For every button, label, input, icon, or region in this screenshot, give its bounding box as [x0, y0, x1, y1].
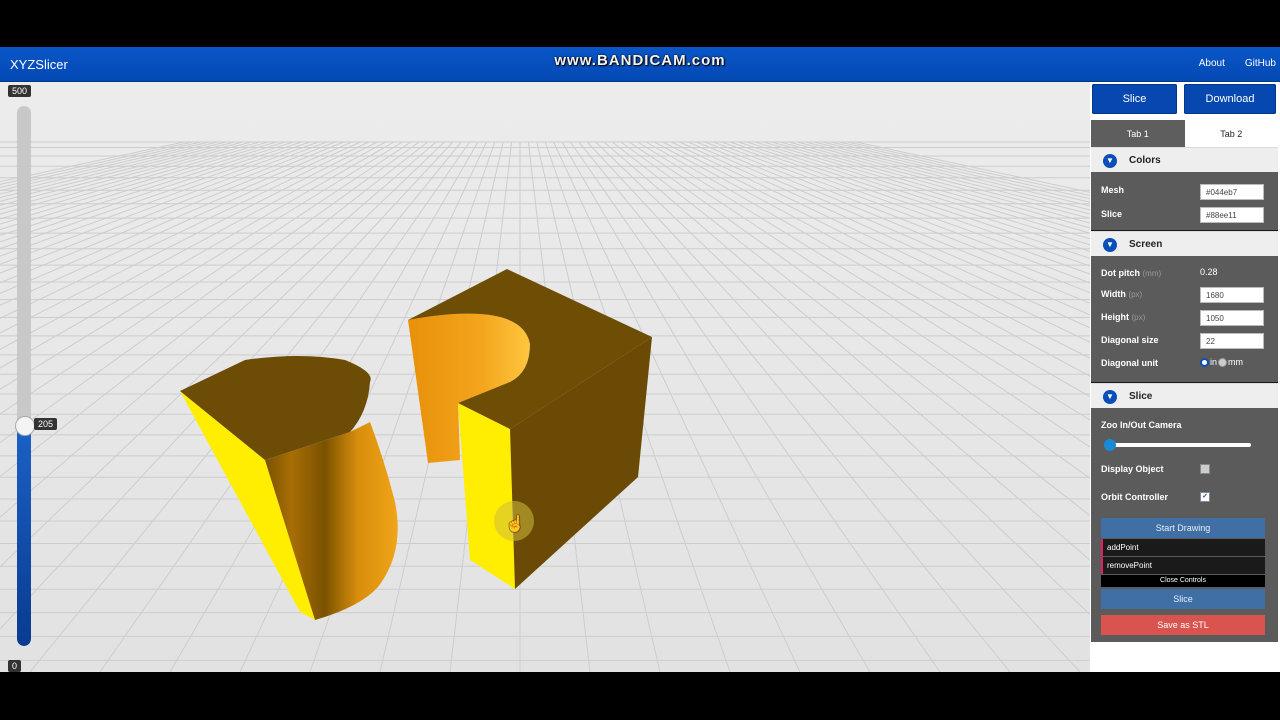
dot-pitch-label-text: Dot pitch [1101, 268, 1140, 278]
letterbox-bottom [0, 672, 1280, 720]
slice-button[interactable]: Slice [1092, 84, 1177, 114]
display-object-label: Display Object [1101, 464, 1164, 474]
unit-in-radio[interactable] [1200, 357, 1209, 367]
unit-mm-label: mm [1228, 357, 1244, 367]
chevron-down-icon: ▼ [1103, 154, 1117, 168]
tab-1[interactable]: Tab 1 [1091, 120, 1185, 147]
settings-panel: ▼ Colors Mesh #044eb7 Slice #88ee11 ▼ Sc… [1091, 147, 1278, 642]
slice-section-title: Slice [1129, 391, 1153, 402]
height-label-text: Height [1101, 312, 1129, 322]
zoom-camera-label: Zoo In/Out Camera [1101, 420, 1182, 430]
width-input[interactable]: 1680 [1200, 287, 1264, 303]
3d-viewport[interactable]: 500 205 0 ☝ [0, 82, 1090, 672]
scene-canvas[interactable] [0, 82, 1090, 672]
hand-cursor-icon: ☝ [505, 516, 525, 533]
diagonal-size-input[interactable]: 22 [1200, 333, 1264, 349]
layer-slider-fill [17, 424, 31, 646]
save-stl-button[interactable]: Save as STL [1101, 615, 1265, 635]
navbar: XYZSlicer www.BANDICAM.com About GitHub [0, 47, 1280, 82]
display-object-checkbox[interactable] [1200, 464, 1210, 474]
mesh-color-input[interactable]: #044eb7 [1200, 184, 1264, 200]
dot-pitch-label: Dot pitch (mm) [1101, 268, 1161, 278]
height-label: Height (px) [1101, 312, 1145, 322]
tab-2[interactable]: Tab 2 [1184, 120, 1278, 147]
github-link[interactable]: GitHub [1245, 58, 1276, 69]
gui-slice-button[interactable]: Slice [1101, 589, 1265, 609]
height-input[interactable]: 1050 [1200, 310, 1264, 326]
diagonal-unit-label: Diagonal unit [1101, 358, 1158, 368]
zoom-camera-knob[interactable] [1104, 439, 1116, 451]
unit-mm-radio[interactable] [1218, 357, 1228, 367]
diagonal-size-label: Diagonal size [1101, 335, 1159, 345]
colors-section-header[interactable]: ▼ Colors [1091, 147, 1278, 173]
control-sidebar: Slice Download Tab 1 Tab 2 ▼ Colors Mesh… [1090, 82, 1280, 672]
colors-section-body: Mesh #044eb7 Slice #88ee11 [1091, 172, 1278, 230]
screen-section-header[interactable]: ▼ Screen [1091, 231, 1278, 257]
start-drawing-button[interactable]: Start Drawing [1101, 518, 1265, 538]
about-link[interactable]: About [1199, 58, 1225, 69]
layer-max-label: 500 [8, 85, 32, 97]
slice-color-input[interactable]: #88ee11 [1200, 207, 1264, 223]
layer-min-label: 0 [8, 660, 22, 672]
screen-section-body: Dot pitch (mm) 0.28 Width (px) 1680 Heig… [1091, 256, 1278, 382]
tab-bar: Tab 1 Tab 2 [1091, 120, 1278, 147]
layer-current-value: 205 [34, 417, 58, 430]
zoom-camera-slider[interactable] [1104, 439, 1251, 451]
letterbox-top [0, 0, 1280, 47]
orbit-controller-label: Orbit Controller [1101, 492, 1168, 502]
layer-slider-track[interactable] [17, 106, 31, 646]
add-point-button[interactable]: addPoint [1101, 539, 1265, 556]
remove-point-button[interactable]: removePoint [1101, 557, 1265, 574]
download-button[interactable]: Download [1184, 84, 1276, 114]
width-label-text: Width [1101, 289, 1126, 299]
dot-pitch-unit: (mm) [1142, 269, 1162, 278]
chevron-down-icon: ▼ [1103, 238, 1117, 252]
width-unit: (px) [1128, 290, 1143, 299]
slice-color-label: Slice [1101, 209, 1123, 219]
screen-section-title: Screen [1129, 239, 1163, 250]
close-controls-button[interactable]: Close Controls [1101, 575, 1265, 587]
nav-links: About GitHub [1199, 58, 1276, 69]
slice-section-header[interactable]: ▼ Slice [1091, 383, 1278, 409]
width-label: Width (px) [1101, 289, 1142, 299]
mesh-color-label: Mesh [1101, 185, 1125, 195]
unit-in-label: in [1210, 357, 1218, 367]
slice-section-body: Zoo In/Out Camera Display Object Orbit C… [1091, 408, 1278, 642]
height-unit: (px) [1131, 313, 1146, 322]
layer-slider-handle[interactable] [15, 415, 35, 436]
dot-pitch-value: 0.28 [1200, 267, 1218, 277]
colors-section-title: Colors [1129, 155, 1161, 166]
diagonal-unit-radios: in mm [1200, 357, 1243, 367]
recording-watermark: www.BANDICAM.com [554, 52, 726, 69]
chevron-down-icon: ▼ [1103, 390, 1117, 404]
orbit-controller-checkbox[interactable]: ✓ [1200, 492, 1210, 502]
